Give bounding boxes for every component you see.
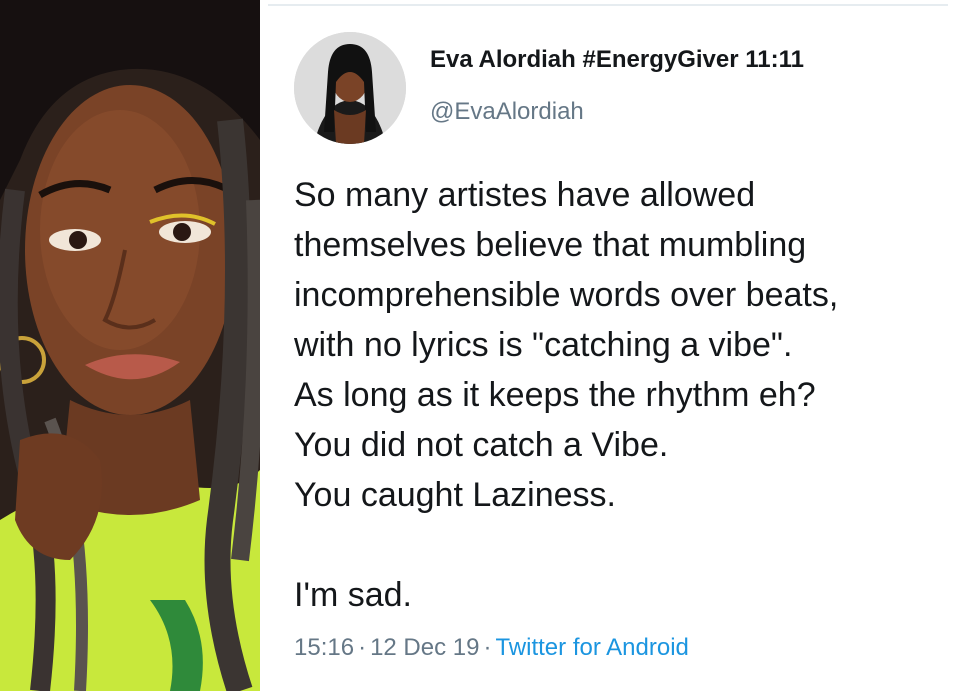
avatar-illustration	[294, 32, 406, 144]
meta-separator: ·	[358, 634, 367, 661]
tweet-text-line: with no lyrics is "catching a vibe".	[294, 326, 793, 364]
tweet-source-link[interactable]: Twitter for Android	[495, 634, 688, 661]
tweet-text-line: You did not catch a Vibe.	[294, 426, 669, 464]
tweet-date[interactable]: 12 Dec 19	[370, 634, 479, 661]
tweet-author-avatar[interactable]	[294, 32, 406, 144]
tweet-text-closing-line: I'm sad.	[294, 576, 412, 614]
tweet-text: So many artistes have allowed themselves…	[294, 170, 954, 620]
tweet-text-line: themselves believe that mumbling	[294, 226, 807, 264]
tweet-time[interactable]: 15:16	[294, 634, 354, 661]
tweet-meta: 15:16 · 12 Dec 19 · Twitter for Android	[294, 634, 689, 662]
photo-illustration	[0, 0, 260, 691]
panel-gap	[260, 0, 268, 691]
meta-separator: ·	[483, 634, 492, 661]
tweet-author-name[interactable]: Eva Alordiah #EnergyGiver 11:11	[430, 46, 804, 74]
tweet-text-line: You caught Laziness.	[294, 476, 616, 514]
tweet-card: Eva Alordiah #EnergyGiver 11:11 @EvaAlor…	[268, 0, 960, 691]
profile-photo	[0, 0, 260, 691]
tweet-text-line: As long as it keeps the rhythm eh?	[294, 376, 816, 414]
tweet-text-line: incomprehensible words over beats,	[294, 276, 839, 314]
tweet-author-handle[interactable]: @EvaAlordiah	[430, 98, 584, 126]
tweet-text-line: So many artistes have allowed	[294, 176, 756, 214]
top-divider	[268, 4, 948, 6]
